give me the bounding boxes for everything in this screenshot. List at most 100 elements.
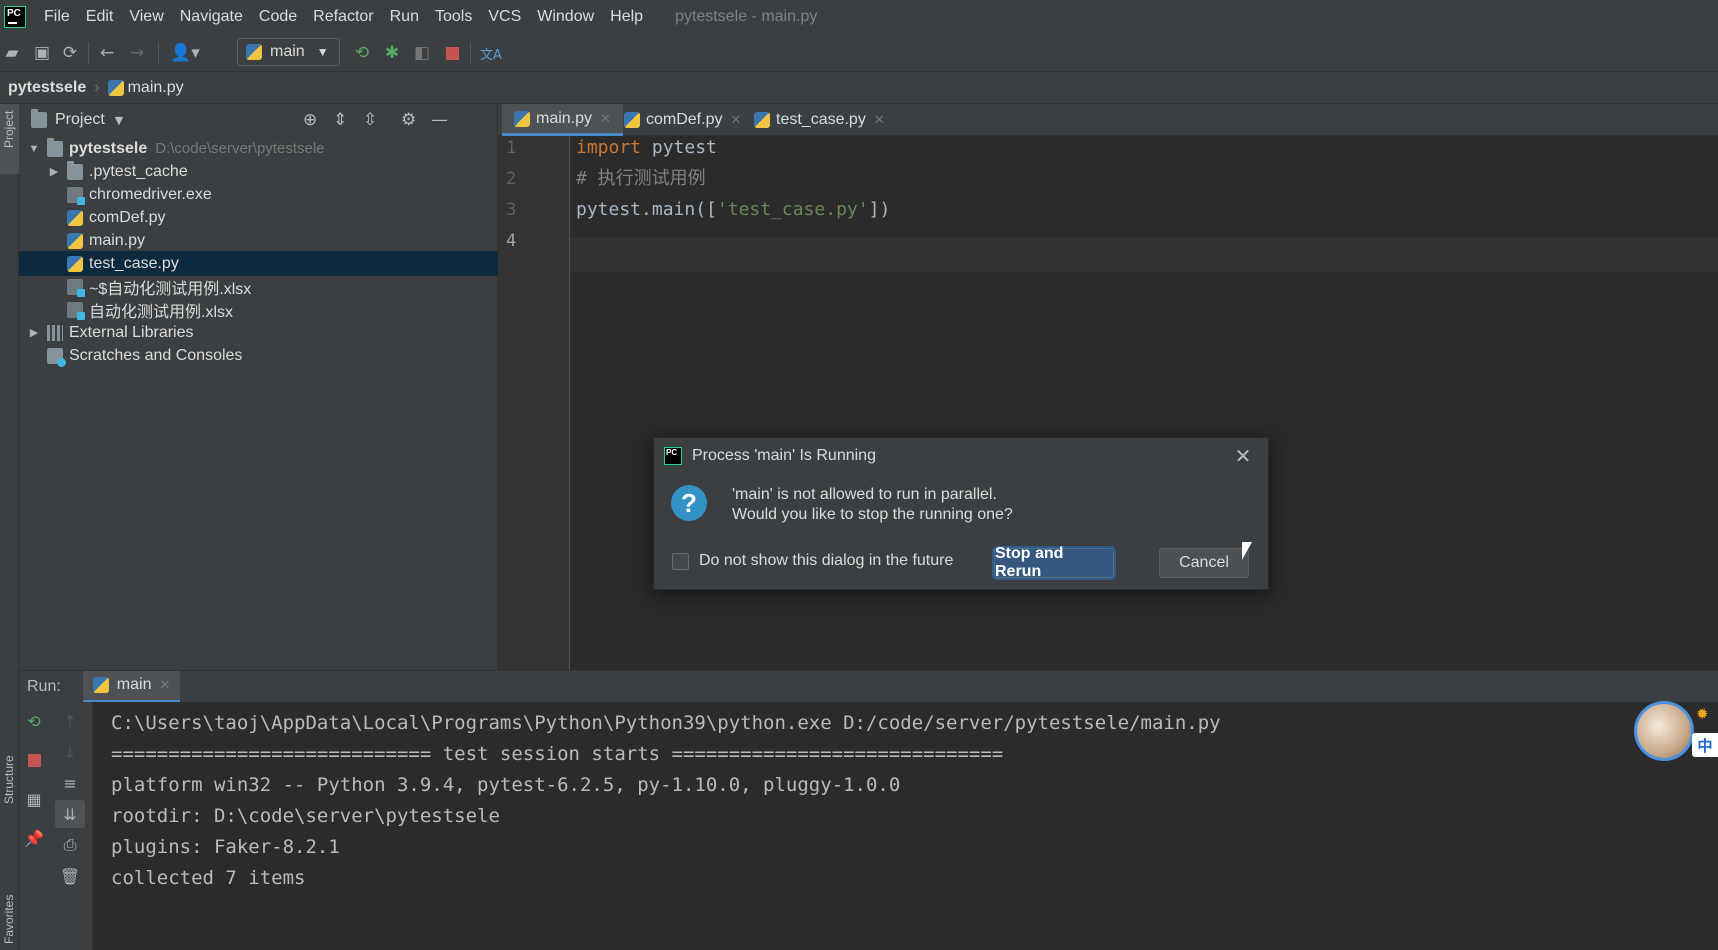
chevron-down-icon[interactable]: ▼ — [115, 114, 123, 127]
close-icon[interactable]: ✕ — [1231, 444, 1255, 468]
print-icon[interactable]: ⎙ — [59, 834, 81, 856]
tree-external-libraries[interactable]: ▶ External Libraries — [19, 320, 498, 345]
menu-vcs[interactable]: VCS — [480, 8, 529, 26]
minimize-icon[interactable]: — — [431, 110, 448, 130]
tab-test-case-py[interactable]: test_case.py ✕ — [742, 104, 897, 136]
tree-item[interactable]: 自动化测试用例.xlsx — [19, 297, 498, 322]
xlsx-file-icon — [67, 301, 85, 320]
line-number: 2 — [506, 169, 517, 189]
down-arrow-icon[interactable]: ↓ — [59, 741, 81, 763]
coverage-icon[interactable]: ◧ — [412, 43, 432, 63]
close-tab-icon[interactable]: ✕ — [159, 677, 170, 693]
scroll-to-end-icon[interactable]: ⇊ — [55, 800, 85, 828]
translate-icon[interactable]: 文A — [478, 43, 504, 63]
ime-language-badge[interactable]: 中 — [1692, 733, 1718, 757]
layout-icon[interactable]: ▦ — [23, 788, 45, 810]
python-file-icon — [107, 79, 124, 96]
dont-show-checkbox[interactable]: Do not show this dialog in the future — [672, 552, 953, 570]
library-icon — [47, 324, 63, 341]
breadcrumb-separator-icon: › — [94, 78, 100, 96]
pycharm-logo-icon: PC — [664, 447, 682, 465]
project-panel-header: Project ▼ ⊕ ⇕ ⇳ ⚙ — — [19, 104, 498, 136]
tree-item[interactable]: ~$自动化测试用例.xlsx — [19, 274, 498, 299]
pin-icon[interactable]: 📌 — [23, 827, 45, 849]
tree-item[interactable]: comDef.py — [19, 205, 498, 230]
close-tab-icon[interactable]: ✕ — [874, 112, 885, 128]
project-view-icon — [31, 109, 47, 128]
forward-arrow-icon[interactable]: → — [127, 43, 147, 63]
run-tab-main[interactable]: main ✕ — [82, 670, 181, 703]
current-line-highlight — [570, 238, 1718, 272]
favorites-tool-label[interactable]: Favorites — [2, 895, 16, 944]
project-tool-label[interactable]: Project — [2, 111, 16, 148]
question-icon: ? — [671, 485, 707, 521]
python-icon — [92, 677, 109, 693]
soft-wrap-icon[interactable]: ≡ — [59, 772, 81, 794]
save-icon[interactable]: ▣ — [32, 43, 52, 63]
structure-tool-label[interactable]: Structure — [2, 755, 16, 804]
run-config-label: main — [270, 43, 305, 60]
locate-icon[interactable]: ⊕ — [303, 110, 317, 130]
menu-run[interactable]: Run — [382, 8, 427, 26]
python-file-icon — [67, 232, 83, 249]
checkbox-box[interactable] — [672, 552, 689, 570]
console-line: C:\Users\taoj\AppData\Local\Programs\Pyt… — [111, 712, 1221, 734]
project-view-label[interactable]: Project — [55, 111, 105, 129]
line-number: 4 — [506, 231, 517, 251]
run-config-selector[interactable]: main ▼ — [237, 38, 340, 66]
menu-navigate[interactable]: Navigate — [172, 8, 251, 26]
stop-icon[interactable] — [23, 749, 45, 771]
run-console[interactable]: C:\Users\taoj\AppData\Local\Programs\Pyt… — [93, 702, 1718, 950]
folder-icon — [47, 137, 63, 157]
breadcrumb-file[interactable]: main.py — [128, 79, 184, 97]
close-tab-icon[interactable]: ✕ — [730, 112, 741, 128]
tree-scratches[interactable]: Scratches and Consoles — [19, 343, 498, 368]
trash-icon[interactable]: 🗑 — [59, 865, 81, 887]
code-line-3: pytest.main(['test_case.py']) — [576, 199, 891, 220]
rerun-icon[interactable]: ⟲ — [352, 43, 372, 63]
window-title: pytestsele - main.py — [675, 8, 818, 25]
menu-view[interactable]: View — [121, 8, 171, 26]
ime-floating-widget[interactable]: ✹ 中 — [1634, 701, 1718, 761]
menu-code[interactable]: Code — [251, 8, 305, 26]
gear-icon[interactable]: ⚙ — [401, 110, 416, 130]
python-file-icon — [624, 112, 640, 128]
menu-refactor[interactable]: Refactor — [305, 8, 381, 26]
avatar[interactable] — [1634, 701, 1694, 761]
sync-icon[interactable]: ⟳ — [60, 43, 80, 63]
collapse-all-icon[interactable]: ⇳ — [363, 110, 377, 130]
tree-root[interactable]: ▼ pytestsele D:\code\server\pytestsele — [19, 136, 498, 161]
tree-item-selected[interactable]: test_case.py — [19, 251, 498, 276]
up-arrow-icon[interactable]: ↑ — [59, 710, 81, 732]
menubar: PC File Edit View Navigate Code Refactor… — [0, 0, 1718, 34]
open-folder-icon[interactable]: ▰ — [2, 43, 22, 63]
chevron-down-icon: ▼ — [316, 45, 329, 59]
chevron-right-icon[interactable]: ▶ — [27, 326, 41, 339]
tree-item[interactable]: main.py — [19, 228, 498, 253]
run-label: Run: — [27, 677, 61, 695]
tree-item[interactable]: chromedriver.exe — [19, 182, 498, 207]
menu-tools[interactable]: Tools — [427, 8, 480, 26]
expand-all-icon[interactable]: ⇕ — [333, 110, 347, 130]
back-arrow-icon[interactable]: ← — [97, 43, 117, 63]
close-tab-icon[interactable]: ✕ — [600, 111, 611, 127]
stop-icon[interactable] — [442, 43, 462, 63]
pycharm-logo-icon: PC — [4, 6, 26, 28]
breadcrumb: pytestsele › main.py — [0, 72, 1718, 104]
tree-item[interactable]: ▶ .pytest_cache — [19, 159, 498, 184]
chevron-right-icon[interactable]: ▶ — [47, 165, 61, 178]
menu-file[interactable]: File — [36, 8, 78, 26]
breadcrumb-project[interactable]: pytestsele — [8, 79, 86, 97]
scratches-icon — [47, 347, 66, 367]
vcs-user-icon[interactable]: 👤▾ — [167, 43, 203, 63]
stop-and-rerun-button[interactable]: Stop and Rerun — [994, 545, 1114, 580]
menu-help[interactable]: Help — [602, 8, 651, 26]
menu-window[interactable]: Window — [529, 8, 602, 26]
tree-root-path: D:\code\server\pytestsele — [155, 140, 325, 157]
line-number: 1 — [506, 138, 517, 158]
cancel-button[interactable]: Cancel — [1159, 548, 1249, 578]
chevron-down-icon[interactable]: ▼ — [27, 143, 41, 155]
menu-edit[interactable]: Edit — [78, 8, 122, 26]
rerun-icon[interactable]: ⟲ — [23, 710, 45, 732]
debug-bug-icon[interactable]: ✱ — [382, 43, 402, 63]
